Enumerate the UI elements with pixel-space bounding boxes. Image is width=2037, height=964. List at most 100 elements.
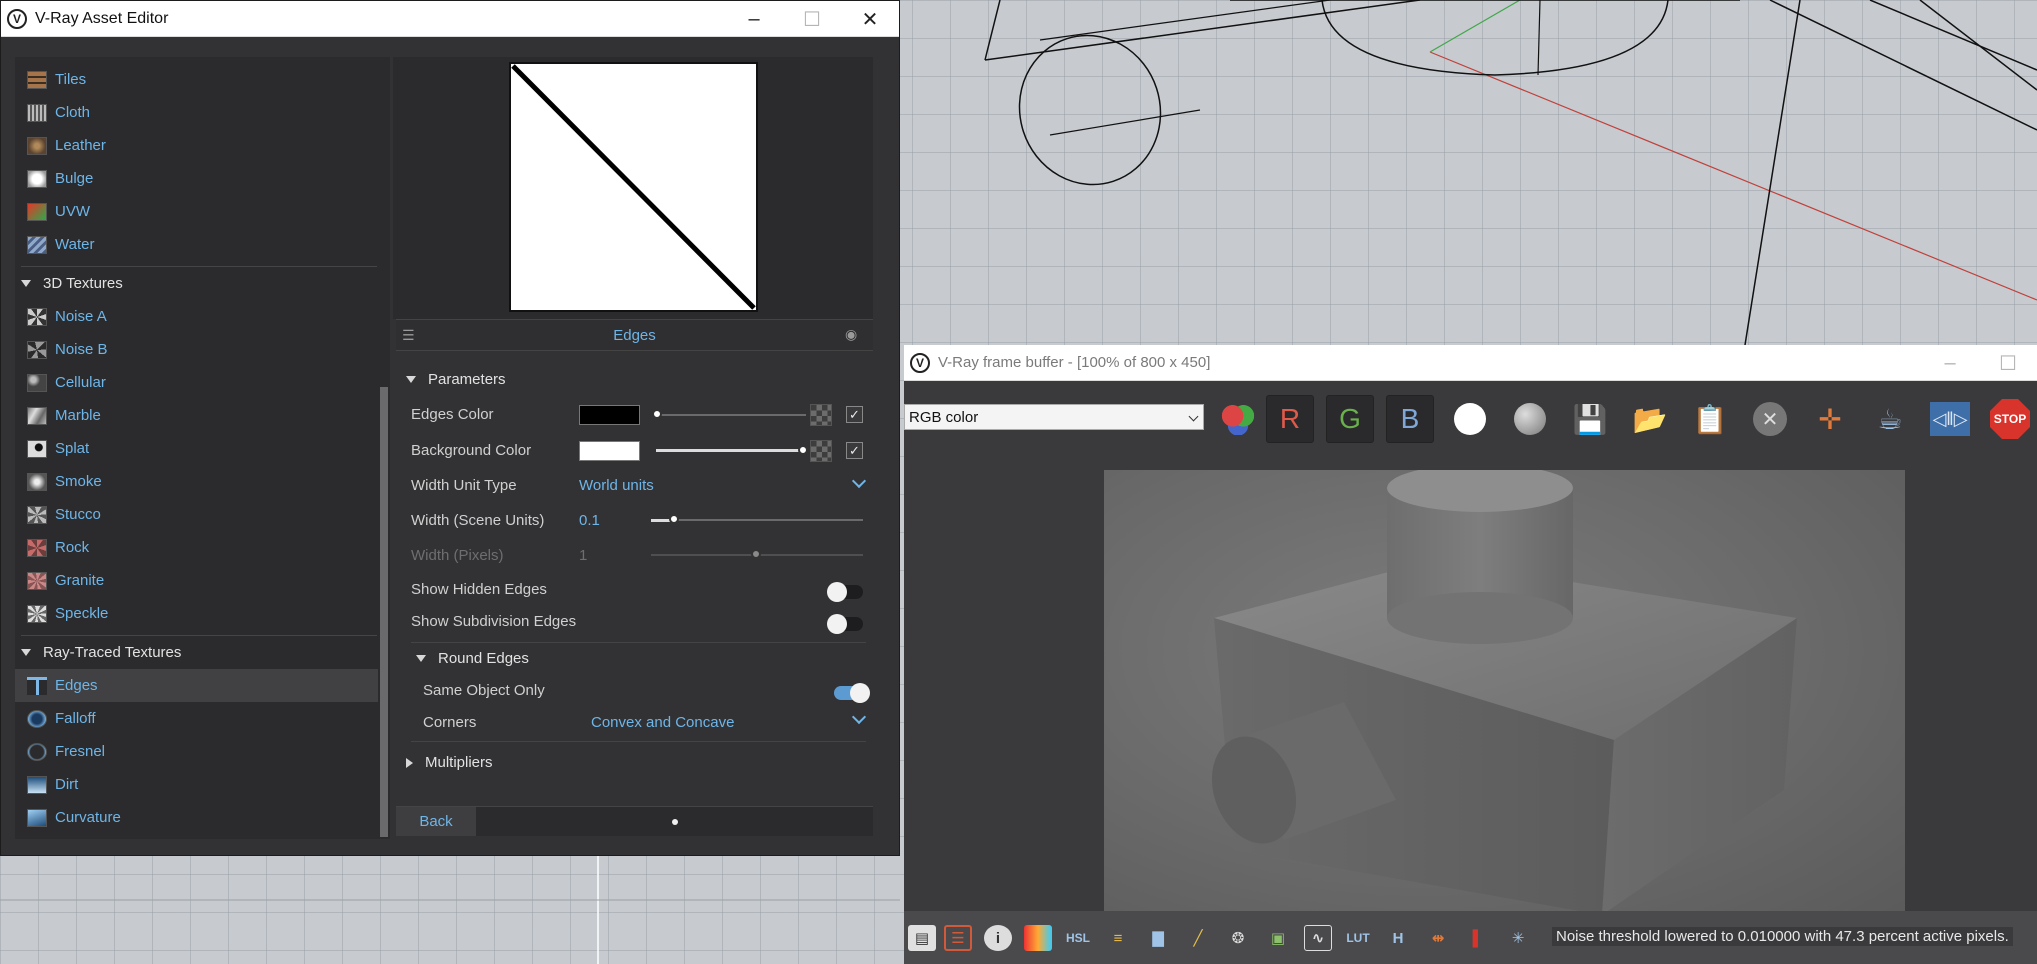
tree-item-splat[interactable]: Splat	[15, 432, 378, 465]
texture-preview[interactable]	[509, 62, 758, 312]
hidden-eye-icon[interactable]: ◉	[845, 326, 865, 344]
scrollbar-thumb[interactable]	[380, 387, 388, 837]
round-edges-section-header[interactable]: Round Edges	[416, 650, 529, 667]
edges-color-checkbox[interactable]: ✓	[846, 406, 863, 423]
tree-item-curvature[interactable]: Curvature	[15, 801, 378, 834]
h-button[interactable]: H	[1384, 925, 1412, 951]
green-channel-button[interactable]: G	[1326, 395, 1374, 443]
show-hidden-edges-toggle[interactable]	[827, 582, 863, 602]
tree-item-dirt[interactable]: Dirt	[15, 768, 378, 801]
region-render-button[interactable]: ✛	[1806, 395, 1854, 443]
tree-item-marble[interactable]: Marble	[15, 399, 378, 432]
stereo-button[interactable]: ▌	[1464, 925, 1492, 951]
chevron-down-icon[interactable]	[851, 473, 867, 489]
edges-color-swatch[interactable]	[579, 405, 640, 425]
rgb-channels-button[interactable]	[1214, 395, 1262, 443]
channel-select[interactable]: RGB color	[904, 404, 1204, 430]
tree-item-falloff[interactable]: Falloff	[15, 702, 378, 735]
tree-item-leather[interactable]: Leather	[15, 129, 378, 162]
load-image-button[interactable]: 📂	[1626, 395, 1674, 443]
clear-button[interactable]: ✕	[1746, 395, 1794, 443]
maximize-button[interactable]: ☐	[1979, 345, 2037, 381]
tree-item-cellular[interactable]: Cellular	[15, 366, 378, 399]
tree-item-fresnel[interactable]: Fresnel	[15, 735, 378, 768]
multipliers-section-header[interactable]: Multipliers	[406, 754, 493, 771]
tree-item-uvw[interactable]: UVW	[15, 195, 378, 228]
background-color-slider[interactable]	[656, 449, 806, 452]
chevron-down-icon[interactable]	[851, 709, 867, 725]
tree-group-3d-textures[interactable]: 3D Textures	[15, 267, 378, 300]
tree-item-stucco[interactable]: Stucco	[15, 498, 378, 531]
tree-item-cloth[interactable]: Cloth	[15, 96, 378, 129]
tree-item-rock[interactable]: Rock	[15, 531, 378, 564]
edges-color-slider-knob[interactable]	[652, 409, 662, 419]
frame-buffer-titlebar[interactable]: V V-Ray frame buffer - [100% of 800 x 45…	[904, 345, 2037, 381]
aperture-icon: ❂	[1231, 930, 1245, 947]
render-button[interactable]: ◁‖▷	[1926, 395, 1974, 443]
color-balance-button[interactable]: ≡	[1104, 925, 1132, 951]
tree-group-ray-traced-textures[interactable]: Ray-Traced Textures	[15, 636, 378, 669]
tree-item-label: Splat	[55, 440, 90, 457]
clear-image-button[interactable]: 📋	[1686, 395, 1734, 443]
same-object-only-toggle[interactable]	[834, 683, 870, 703]
levels-button[interactable]: ▇	[1144, 925, 1172, 951]
mono-button[interactable]	[1506, 395, 1554, 443]
minimize-button[interactable]: –	[725, 1, 783, 37]
rgb-circles-icon	[1220, 403, 1256, 435]
minimize-button[interactable]: –	[1921, 345, 1979, 381]
width-unit-type-dropdown[interactable]: World units	[579, 477, 654, 494]
background-color-texture-button[interactable]	[810, 440, 832, 462]
red-channel-button[interactable]: R	[1266, 395, 1314, 443]
background-image-button[interactable]: ▣	[1264, 925, 1292, 951]
asset-editor-titlebar[interactable]: V V-Ray Asset Editor – ☐ ✕	[1, 1, 899, 37]
back-button[interactable]: Back	[396, 807, 476, 836]
background-color-slider-knob[interactable]	[798, 445, 808, 455]
color-balance-icon: ≡	[1113, 929, 1123, 947]
info-button[interactable]: i	[984, 925, 1012, 951]
tree-item-edges[interactable]: Edges	[15, 669, 378, 702]
width-pixels-value[interactable]: 1	[579, 547, 587, 564]
tree-item-speckle[interactable]: Speckle	[15, 597, 378, 630]
interactive-render-button[interactable]: ☕	[1866, 395, 1914, 443]
hsl-button[interactable]: HSL	[1064, 925, 1092, 951]
blue-channel-button[interactable]: B	[1386, 395, 1434, 443]
parameters-section-header[interactable]: Parameters	[406, 371, 506, 388]
tree-item-noise-a[interactable]: Noise A	[15, 300, 378, 333]
tree-item-granite[interactable]: Granite	[15, 564, 378, 597]
tree-item-noise-b[interactable]: Noise B	[15, 333, 378, 366]
tree-scrollbar[interactable]	[378, 57, 390, 839]
edges-color-slider[interactable]	[656, 414, 806, 416]
lens-effects-button[interactable]: ✳	[1504, 925, 1532, 951]
tree-item-water[interactable]: Water	[15, 228, 378, 261]
show-subdivision-edges-toggle[interactable]	[827, 614, 863, 634]
color-correction-button[interactable]	[1024, 925, 1052, 951]
save-image-button[interactable]: 💾	[1566, 395, 1614, 443]
width-scene-units-slider[interactable]	[651, 519, 863, 521]
tree-item-tiles[interactable]: Tiles	[15, 63, 378, 96]
asset-name[interactable]: Edges	[396, 327, 873, 344]
exposure-button[interactable]: ❂	[1224, 925, 1252, 951]
curves-button[interactable]: ╱	[1184, 925, 1212, 951]
curve-button[interactable]: ∿	[1304, 925, 1332, 951]
settings-button[interactable]: ☰	[944, 925, 972, 951]
history-button[interactable]: ▤	[908, 925, 936, 951]
compare-button[interactable]: ⇹	[1424, 925, 1452, 951]
rendered-image[interactable]	[1104, 470, 1905, 920]
edges-color-texture-button[interactable]	[810, 404, 832, 426]
tree-item-bulge[interactable]: Bulge	[15, 162, 378, 195]
corners-dropdown[interactable]: Convex and Concave	[591, 714, 734, 731]
tree-item-label: UVW	[55, 203, 90, 220]
close-button[interactable]: ✕	[841, 1, 899, 37]
width-scene-units-value[interactable]: 0.1	[579, 512, 600, 529]
background-color-checkbox[interactable]: ✓	[846, 442, 863, 459]
alpha-button[interactable]	[1446, 395, 1494, 443]
stop-button[interactable]: STOP	[1986, 395, 2034, 443]
lut-button[interactable]: LUT	[1344, 925, 1372, 951]
curvature-icon	[27, 808, 47, 827]
background-color-swatch[interactable]	[579, 441, 640, 461]
maximize-button[interactable]: ☐	[783, 1, 841, 37]
width-scene-units-slider-knob[interactable]	[669, 514, 679, 524]
width-pixels-slider-knob[interactable]	[751, 549, 761, 559]
tree-item-smoke[interactable]: Smoke	[15, 465, 378, 498]
granite-icon	[27, 571, 47, 590]
